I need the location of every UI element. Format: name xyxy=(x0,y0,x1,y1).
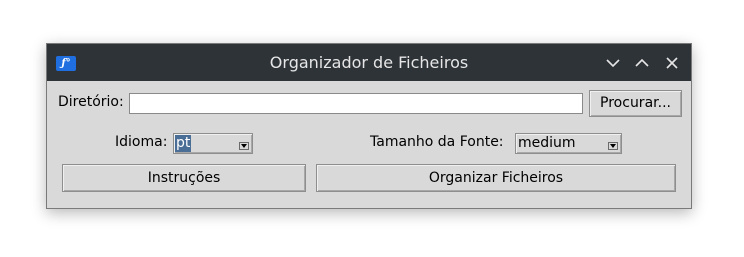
directory-input[interactable] xyxy=(129,93,583,114)
organize-files-button[interactable]: Organizar Ficheiros xyxy=(316,164,676,192)
dropdown-indicator-icon xyxy=(608,142,618,150)
chevron-up-icon[interactable] xyxy=(633,54,651,72)
language-label: Idioma: xyxy=(115,134,168,150)
instructions-button[interactable]: Instruções xyxy=(62,164,306,192)
title-bar[interactable]: ƒ° Organizador de Ficheiros xyxy=(47,44,691,81)
directory-label: Diretório: xyxy=(58,94,124,110)
dropdown-indicator-icon xyxy=(239,142,249,150)
font-size-selected-value: medium xyxy=(518,135,576,151)
language-select[interactable]: pt xyxy=(173,133,253,154)
close-icon[interactable] xyxy=(663,54,681,72)
window-title: Organizador de Ficheiros xyxy=(269,53,469,72)
font-size-label: Tamanho da Fonte: xyxy=(370,134,504,150)
font-size-select[interactable]: medium xyxy=(515,133,622,154)
main-window: ƒ° Organizador de Ficheiros Diretório: P… xyxy=(46,43,692,209)
chevron-down-icon[interactable] xyxy=(604,54,622,72)
browse-button[interactable]: Procurar... xyxy=(589,90,682,117)
language-selected-value: pt xyxy=(175,135,192,152)
